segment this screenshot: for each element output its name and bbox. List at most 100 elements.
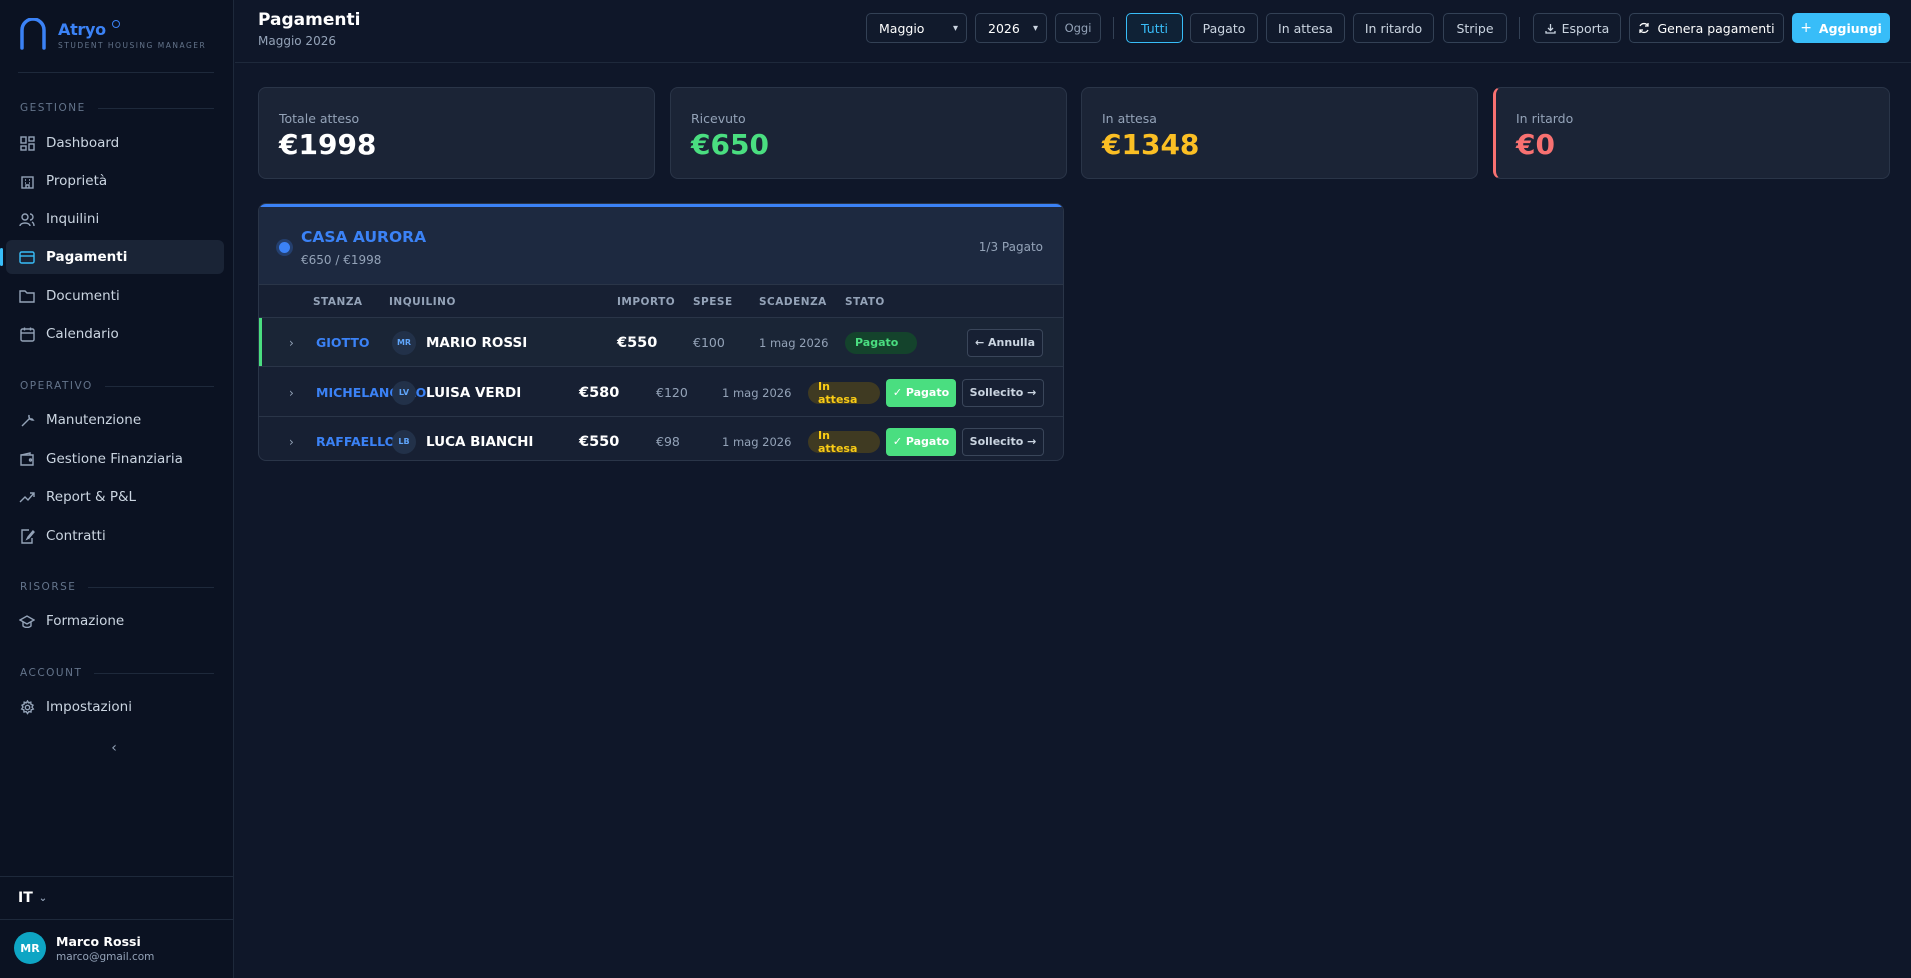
- stat-value: €1998: [279, 128, 377, 161]
- sidebar-item-label: Proprietà: [46, 173, 108, 189]
- fees-value: €120: [656, 385, 688, 400]
- building-icon: [18, 172, 36, 190]
- amount-value: €580: [579, 384, 620, 401]
- table-row[interactable]: › RAFFAELLO LB LUCA BIANCHI €550 €98 1 m…: [259, 417, 1063, 460]
- sidebar-item-label: Report & P&L: [46, 489, 137, 505]
- sidebar-item-contratti[interactable]: Contratti: [6, 519, 224, 553]
- sidebar-item-label: Contratti: [46, 528, 106, 544]
- filter-pagato[interactable]: Pagato: [1190, 13, 1258, 43]
- sidebar-item-label: Pagamenti: [46, 249, 128, 265]
- chevron-down-icon: ⌄: [38, 892, 48, 904]
- sidebar-item-report[interactable]: Report & P&L: [6, 480, 224, 514]
- export-label: Esporta: [1561, 20, 1610, 36]
- table-row[interactable]: › MICHELANGELO LV LUISA VERDI €580 €120 …: [259, 368, 1063, 417]
- section-title-account: ACCOUNT: [20, 667, 214, 679]
- document-edit-icon: [18, 527, 36, 545]
- add-button[interactable]: + Aggiungi: [1792, 13, 1890, 43]
- user-email: marco@gmail.com: [56, 950, 155, 963]
- stat-card-total: Totale atteso €1998: [258, 87, 655, 179]
- credit-card-icon: [18, 248, 36, 266]
- chevron-left-icon: ‹: [111, 740, 117, 756]
- sidebar-item-label: Formazione: [46, 613, 125, 629]
- sidebar-item-gestione-finanziaria[interactable]: Gestione Finanziaria: [6, 442, 224, 476]
- table-row[interactable]: › GIOTTO MR MARIO ROSSI €550 €100 1 mag …: [259, 318, 1063, 367]
- section-title-risorse: RISORSE: [20, 581, 214, 593]
- reminder-button[interactable]: Sollecito →: [962, 427, 1044, 456]
- status-badge: In attesa: [808, 380, 880, 406]
- export-button[interactable]: Esporta: [1533, 13, 1621, 43]
- user-profile[interactable]: MR Marco Rossi marco@gmail.com: [14, 932, 154, 964]
- sidebar-item-pagamenti[interactable]: Pagamenti: [0, 240, 224, 274]
- header-divider: [1519, 17, 1520, 39]
- header-divider: [1113, 17, 1114, 39]
- room-name[interactable]: GIOTTO: [316, 318, 370, 367]
- mark-paid-button[interactable]: ✓ Pagato: [886, 378, 956, 407]
- property-name: CASA AURORA: [301, 228, 427, 246]
- filter-tutti[interactable]: Tutti: [1126, 13, 1183, 43]
- filter-stripe[interactable]: Stripe: [1443, 13, 1507, 43]
- undo-payment-button[interactable]: ← Annulla: [967, 328, 1043, 357]
- refresh-icon: [1638, 22, 1650, 34]
- sidebar-item-inquilini[interactable]: Inquilini: [6, 202, 224, 236]
- tenant-avatar: LB: [392, 429, 416, 454]
- year-select[interactable]: 2026 ▾: [975, 13, 1047, 43]
- sidebar-item-label: Dashboard: [46, 135, 120, 151]
- room-name[interactable]: RAFFAELLO: [316, 417, 395, 460]
- status-badge: In attesa: [808, 429, 880, 455]
- column-header-stato: STATO: [845, 296, 885, 308]
- today-button[interactable]: Oggi: [1055, 13, 1101, 43]
- sidebar-item-dashboard[interactable]: Dashboard: [6, 126, 224, 160]
- sidebar-item-label: Documenti: [46, 288, 120, 304]
- property-header[interactable]: CASA AURORA €650 / €1998 1/3 Pagato: [259, 207, 1063, 285]
- sidebar: Atryo STUDENT HOUSING MANAGER GESTIONE D…: [0, 0, 234, 978]
- stat-label: In ritardo: [1516, 111, 1574, 126]
- expand-row-button[interactable]: ›: [289, 417, 294, 460]
- tenant-name: MARIO ROSSI: [426, 334, 528, 351]
- sidebar-item-manutenzione[interactable]: Manutenzione: [6, 403, 224, 437]
- year-select-value: 2026: [988, 20, 1020, 36]
- sidebar-item-proprieta[interactable]: Proprietà: [6, 164, 224, 198]
- fees-value: €98: [656, 434, 680, 449]
- column-header-stanza: STANZA: [313, 296, 363, 308]
- generate-payments-button[interactable]: Genera pagamenti: [1629, 13, 1784, 43]
- language-selector[interactable]: IT ⌄: [0, 876, 234, 920]
- mark-paid-button[interactable]: ✓ Pagato: [886, 427, 956, 456]
- sidebar-item-documenti[interactable]: Documenti: [6, 279, 224, 313]
- chevron-right-icon: ›: [289, 335, 294, 350]
- stat-label: Ricevuto: [691, 111, 746, 126]
- gear-icon: [18, 698, 36, 716]
- page-title: Pagamenti: [258, 10, 361, 30]
- reminder-button[interactable]: Sollecito →: [962, 378, 1044, 407]
- chevron-down-icon: ▾: [1032, 22, 1038, 34]
- month-select-value: Maggio: [879, 20, 925, 36]
- filter-in-ritardo[interactable]: In ritardo: [1353, 13, 1434, 43]
- users-icon: [18, 210, 36, 228]
- stat-value: €1348: [1102, 128, 1200, 161]
- filter-in-attesa[interactable]: In attesa: [1266, 13, 1345, 43]
- chevron-down-icon: ▾: [952, 22, 958, 34]
- expand-row-button[interactable]: ›: [289, 318, 294, 367]
- property-progress: 1/3 Pagato: [978, 240, 1043, 254]
- page-subtitle: Maggio 2026: [258, 34, 336, 48]
- stat-label: Totale atteso: [279, 111, 360, 126]
- month-select[interactable]: Maggio ▾: [866, 13, 967, 43]
- due-date: 1 mag 2026: [722, 385, 792, 400]
- brand-name: Atryo: [58, 20, 106, 39]
- avatar: MR: [14, 932, 46, 964]
- folder-icon: [18, 287, 36, 305]
- expand-row-button[interactable]: ›: [289, 368, 294, 417]
- collapse-sidebar-button[interactable]: ‹: [104, 740, 124, 760]
- sidebar-item-impostazioni[interactable]: Impostazioni: [6, 690, 224, 724]
- sidebar-item-label: Gestione Finanziaria: [46, 451, 183, 467]
- amount-value: €550: [617, 334, 658, 351]
- column-header-spese: SPESE: [693, 296, 733, 308]
- property-amounts: €650 / €1998: [301, 253, 382, 267]
- stat-card-pending: In attesa €1348: [1081, 87, 1478, 179]
- sidebar-item-calendario[interactable]: Calendario: [6, 317, 224, 351]
- sidebar-item-label: Manutenzione: [46, 412, 142, 428]
- brand-badge-icon: [112, 20, 120, 28]
- stat-value: €650: [691, 128, 769, 161]
- sidebar-item-formazione[interactable]: Formazione: [6, 604, 224, 638]
- logo-icon: [18, 18, 48, 50]
- due-date: 1 mag 2026: [722, 434, 792, 449]
